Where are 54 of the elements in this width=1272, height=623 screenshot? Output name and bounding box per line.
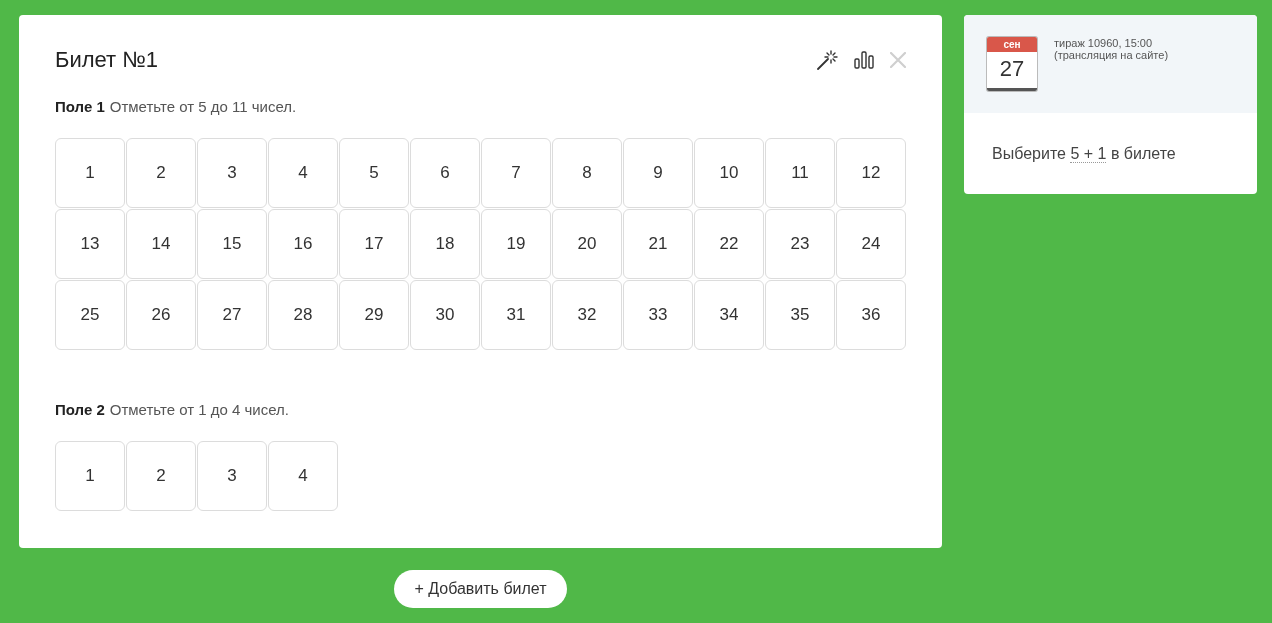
number-cell[interactable]: 25 xyxy=(55,280,125,350)
number-cell[interactable]: 8 xyxy=(552,138,622,208)
draw-info-text: (трансляция на сайте) xyxy=(1054,49,1169,61)
number-cell[interactable]: 16 xyxy=(268,209,338,279)
number-cell[interactable]: 30 xyxy=(410,280,480,350)
number-cell[interactable]: 13 xyxy=(55,209,125,279)
number-cell[interactable]: 3 xyxy=(197,441,267,511)
number-cell[interactable]: 5 xyxy=(339,138,409,208)
number-cell[interactable]: 14 xyxy=(126,209,196,279)
field-label: Поле 1 xyxy=(55,98,105,116)
number-cell[interactable]: 36 xyxy=(836,280,906,350)
number-cell[interactable]: 24 xyxy=(836,209,906,279)
number-cell[interactable]: 28 xyxy=(268,280,338,350)
draw-info-text: тираж 10960, 15:00 xyxy=(1054,37,1154,49)
number-cell[interactable]: 1 xyxy=(55,138,125,208)
number-cell[interactable]: 29 xyxy=(339,280,409,350)
number-cell[interactable]: 35 xyxy=(765,280,835,350)
combination-link[interactable]: 5 + 1 xyxy=(1070,144,1107,163)
number-cell[interactable]: 2 xyxy=(126,138,196,208)
field-hint: Отметьте от 5 до 11 чисел. xyxy=(109,98,297,116)
number-cell[interactable]: 23 xyxy=(765,209,835,279)
number-cell[interactable]: 11 xyxy=(765,138,835,208)
number-cell[interactable]: 4 xyxy=(268,441,338,511)
field-label: Поле 2 xyxy=(55,401,105,419)
bar-chart-icon[interactable] xyxy=(854,51,874,69)
number-cell[interactable]: 33 xyxy=(623,280,693,350)
number-cell[interactable]: 19 xyxy=(481,209,551,279)
number-cell[interactable]: 18 xyxy=(410,209,480,279)
number-cell[interactable]: 6 xyxy=(410,138,480,208)
field-hint: Отметьте от 1 до 4 чисел. xyxy=(109,401,289,419)
number-cell[interactable]: 26 xyxy=(126,280,196,350)
magic-wand-icon[interactable] xyxy=(817,50,838,70)
number-cell[interactable]: 10 xyxy=(694,138,764,208)
ticket-title: Билет №1 xyxy=(55,47,159,73)
number-cell[interactable]: 9 xyxy=(623,138,693,208)
number-cell[interactable]: 22 xyxy=(694,209,764,279)
number-cell[interactable]: 12 xyxy=(836,138,906,208)
number-cell[interactable]: 17 xyxy=(339,209,409,279)
add-ticket-button[interactable]: + Добавить билет xyxy=(394,570,567,608)
number-cell[interactable]: 1 xyxy=(55,441,125,511)
number-cell[interactable]: 4 xyxy=(268,138,338,208)
calendar-day: 27 xyxy=(987,52,1037,88)
number-cell[interactable]: 7 xyxy=(481,138,551,208)
number-cell[interactable]: 21 xyxy=(623,209,693,279)
number-cell[interactable]: 3 xyxy=(197,138,267,208)
calendar-month: сен xyxy=(987,37,1037,52)
choose-prompt: Выберите 5 + 1 в билете xyxy=(992,143,1176,165)
number-cell[interactable]: 15 xyxy=(197,209,267,279)
number-cell[interactable]: 27 xyxy=(197,280,267,350)
number-cell[interactable]: 31 xyxy=(481,280,551,350)
number-cell[interactable]: 32 xyxy=(552,280,622,350)
number-cell[interactable]: 20 xyxy=(552,209,622,279)
number-cell[interactable]: 2 xyxy=(126,441,196,511)
number-cell[interactable]: 34 xyxy=(694,280,764,350)
